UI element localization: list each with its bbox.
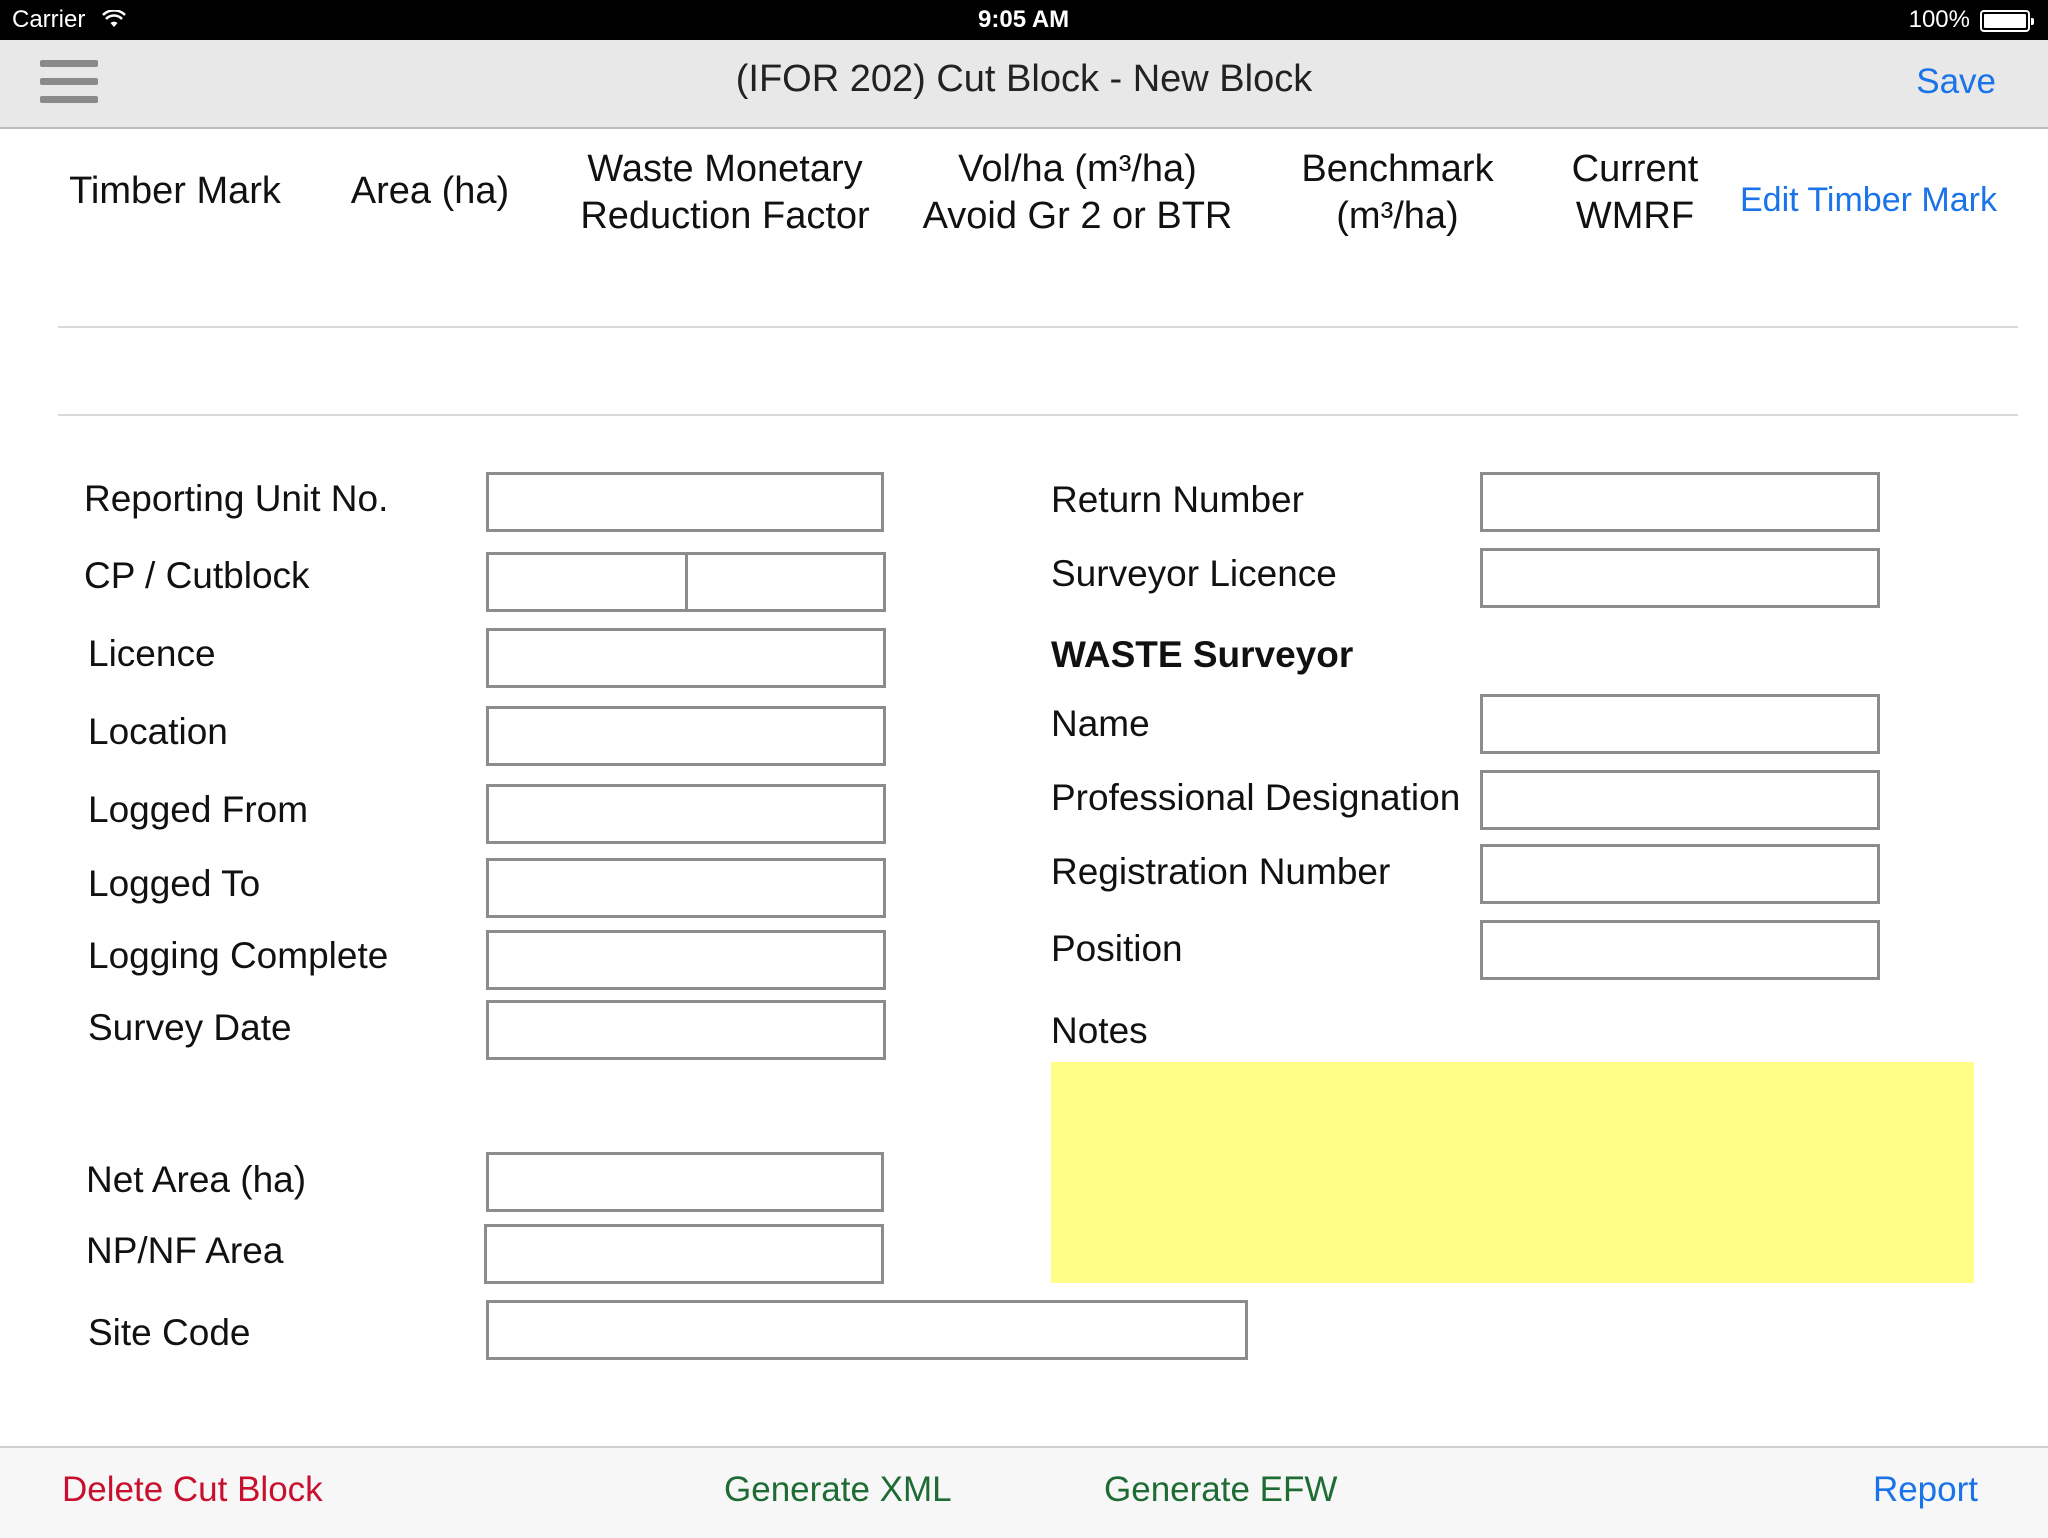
site-code-field[interactable] [486, 1300, 1248, 1360]
position-field[interactable] [1480, 920, 1880, 980]
location-label: Location [88, 711, 228, 752]
npnf-area-label: NP/NF Area [86, 1230, 284, 1271]
return-number-label: Return Number [1051, 479, 1304, 520]
cutblock-field[interactable] [685, 552, 886, 612]
report-button[interactable]: Report [1873, 1470, 1978, 1510]
col-header-bench-line2: (m³/ha) [1336, 195, 1459, 237]
notes-textarea[interactable] [1051, 1062, 1974, 1283]
professional-designation-label: Professional Designation [1051, 777, 1461, 818]
col-header-vol-line2: Avoid Gr 2 or BTR [922, 195, 1233, 237]
page-title: (IFOR 202) Cut Block - New Block [735, 58, 1313, 100]
col-header-vol-ha: Vol/ha (m³/ha) Avoid Gr 2 or BTR [905, 146, 1250, 240]
name-label: Name [1051, 703, 1150, 744]
generate-efw-button[interactable]: Generate EFW [1104, 1470, 1337, 1510]
battery-percent: 100% [1908, 6, 1970, 33]
net-area-label: Net Area (ha) [86, 1159, 307, 1200]
col-header-waste-factor: Waste Monetary Reduction Factor [555, 146, 895, 240]
survey-date-label: Survey Date [88, 1007, 292, 1048]
surveyor-licence-field[interactable] [1480, 548, 1880, 608]
registration-number-field[interactable] [1480, 844, 1880, 904]
reporting-unit-label: Reporting Unit No. [84, 478, 389, 519]
licence-field[interactable] [486, 628, 886, 688]
logged-to-label: Logged To [88, 863, 261, 904]
col-header-current-wmrf: Current WMRF [1540, 146, 1730, 240]
location-field[interactable] [486, 706, 886, 766]
carrier-label: Carrier [12, 6, 86, 33]
col-header-vol-line1: Vol/ha (m³/ha) [958, 148, 1197, 190]
position-label: Position [1051, 928, 1183, 969]
cp-field[interactable] [486, 552, 688, 612]
net-area-field[interactable] [486, 1152, 884, 1212]
generate-xml-button[interactable]: Generate XML [724, 1470, 952, 1510]
reporting-unit-field[interactable] [486, 472, 884, 532]
registration-number-label: Registration Number [1051, 851, 1391, 892]
notes-label: Notes [1051, 1010, 1148, 1051]
col-header-area: Area (ha) [350, 170, 510, 212]
site-code-label: Site Code [88, 1312, 251, 1353]
logged-from-field[interactable] [486, 784, 886, 844]
status-bar: Carrier 9:05 AM 100% [0, 0, 2048, 40]
survey-date-field[interactable] [486, 1000, 886, 1060]
col-header-waste-line1: Waste Monetary [587, 148, 863, 190]
wifi-icon [102, 10, 126, 27]
col-header-waste-line2: Reduction Factor [580, 195, 870, 237]
delete-cut-block-button[interactable]: Delete Cut Block [62, 1470, 323, 1510]
col-header-current-line1: Current [1571, 148, 1699, 190]
divider [58, 414, 2018, 416]
professional-designation-field[interactable] [1480, 770, 1880, 830]
logging-complete-field[interactable] [486, 930, 886, 990]
col-header-benchmark: Benchmark (m³/ha) [1265, 146, 1530, 240]
logged-to-field[interactable] [486, 858, 886, 918]
waste-surveyor-heading: WASTE Surveyor [1051, 634, 1354, 675]
return-number-field[interactable] [1480, 472, 1880, 532]
edit-timber-mark-link[interactable]: Edit Timber Mark [1740, 181, 1997, 220]
surveyor-licence-label: Surveyor Licence [1051, 553, 1337, 594]
npnf-area-field[interactable] [484, 1224, 884, 1284]
save-button[interactable]: Save [1916, 62, 1996, 102]
col-header-timber-mark: Timber Mark [69, 170, 281, 212]
clock: 9:05 AM [978, 6, 1070, 33]
licence-label: Licence [88, 633, 216, 674]
cp-cutblock-label: CP / Cutblock [84, 555, 310, 596]
divider [58, 326, 2018, 328]
logged-from-label: Logged From [88, 789, 309, 830]
col-header-bench-line1: Benchmark [1301, 148, 1494, 190]
name-field[interactable] [1480, 694, 1880, 754]
logging-complete-label: Logging Complete [88, 935, 389, 976]
battery-icon [1980, 10, 2034, 32]
col-header-current-line2: WMRF [1575, 195, 1695, 237]
